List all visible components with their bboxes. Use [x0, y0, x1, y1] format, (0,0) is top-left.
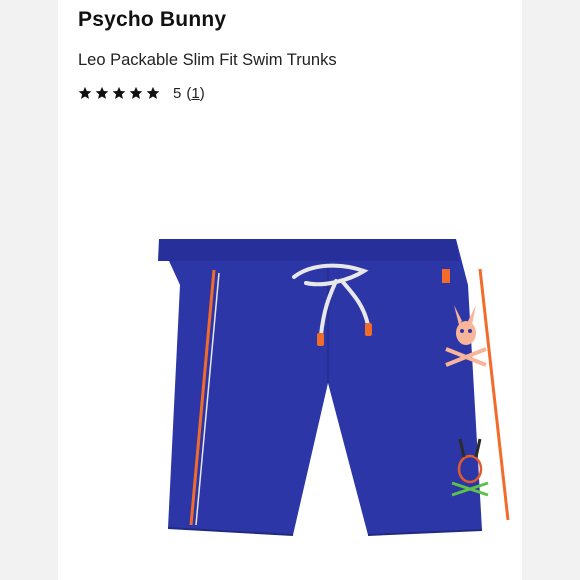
left-margin-panel [0, 0, 58, 580]
right-margin-panel [522, 0, 580, 580]
rating-summary: 5 (1) [173, 85, 205, 102]
product-card: Psycho Bunny Leo Packable Slim Fit Swim … [58, 0, 522, 580]
cord-tip-left [317, 333, 324, 346]
cord-tip-right [365, 323, 372, 336]
swim-trunks-image [158, 239, 510, 536]
star-icon [129, 86, 143, 99]
star-rating [78, 86, 160, 100]
brand-name[interactable]: Psycho Bunny [78, 8, 226, 32]
product-image[interactable] [116, 225, 516, 580]
right-side-trim [478, 268, 510, 521]
review-count-link[interactable]: 1 [191, 85, 199, 102]
hang-tag [442, 269, 450, 283]
star-icon [95, 86, 109, 99]
close-paren: ) [199, 84, 205, 102]
star-icon [146, 86, 160, 99]
waistband [158, 239, 459, 261]
star-icon [112, 86, 126, 99]
rating-row: 5 (1) [78, 83, 205, 103]
product-title: Leo Packable Slim Fit Swim Trunks [78, 51, 337, 69]
rating-value: 5 [173, 84, 182, 102]
star-icon [78, 86, 92, 99]
